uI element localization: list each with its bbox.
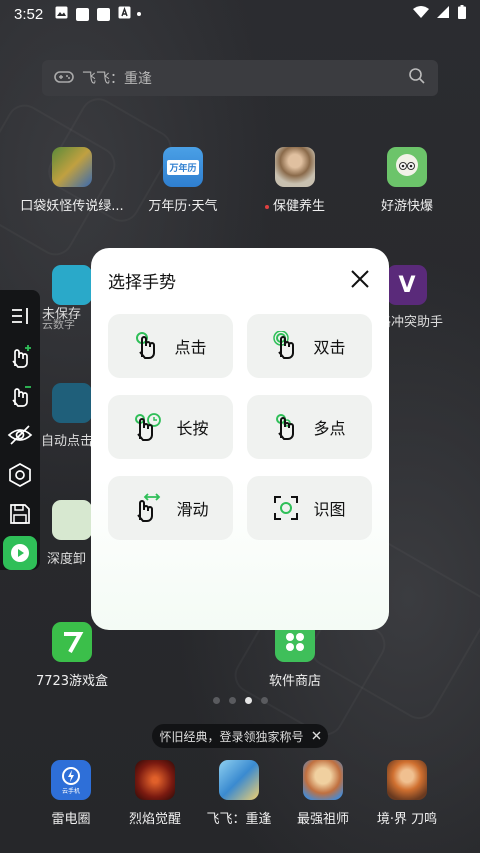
- play-icon: [11, 544, 29, 563]
- gesture-swipe-button[interactable]: 滑动: [108, 476, 233, 540]
- trash-app-icon: [52, 500, 92, 540]
- gesture-label: 点击: [174, 338, 207, 357]
- v-app-icon: V: [387, 265, 427, 305]
- feifei-app-icon: [219, 760, 259, 800]
- add-gesture-hand-icon[interactable]: [2, 336, 38, 376]
- pocket-monster-app-icon: [52, 147, 92, 187]
- gesture-image-recognition-button[interactable]: 识图: [247, 476, 372, 540]
- status-bar: 3:52: [0, 0, 480, 28]
- more-notifications-icon: [137, 12, 142, 16]
- flame-app-icon: [135, 760, 175, 800]
- app-label: 境·界 刀鸣: [376, 812, 438, 827]
- gesture-label: 滑动: [176, 500, 209, 519]
- health-app-icon: [275, 147, 315, 187]
- gesture-label: 识图: [313, 500, 346, 519]
- multi-touch-hand-icon: [276, 414, 295, 440]
- play-button[interactable]: [3, 536, 37, 570]
- gesture-double-tap-button[interactable]: 双击: [247, 314, 372, 378]
- gesture-label: 双击: [313, 338, 346, 357]
- app-software-store[interactable]: 软件商店: [240, 622, 350, 689]
- cloud-label: 云数字: [42, 318, 75, 331]
- double-tap-hand-icon: [273, 331, 295, 359]
- battery-icon: [458, 5, 466, 23]
- gesture-tap-button[interactable]: 点击: [108, 314, 233, 378]
- haoyou-app-icon: [387, 147, 427, 187]
- dock-app-jingjie[interactable]: 境·界 刀鸣: [352, 760, 462, 827]
- gesture-dialog: 选择手势 点击 双击 长按 多点 滑动 识图: [91, 248, 389, 630]
- gesture-long-press-button[interactable]: 长按: [108, 395, 233, 459]
- dialog-title: 选择手势: [108, 273, 176, 293]
- tap-hand-icon: [136, 332, 156, 359]
- page-dot-active[interactable]: [244, 697, 252, 704]
- search-bar[interactable]: 飞飞：重逢: [42, 60, 438, 96]
- wifi-icon: [413, 5, 429, 23]
- app-pocket-monster[interactable]: 口袋妖怪传说绿...: [17, 147, 127, 214]
- cloud-app-icon: [52, 265, 92, 305]
- signal-icon: [437, 5, 450, 23]
- calendar-icon-text: 万年历: [167, 159, 199, 175]
- search-placeholder: 飞飞：重逢: [82, 71, 152, 87]
- settings-hexagon-icon[interactable]: [2, 455, 38, 495]
- calendar-app-icon: 万年历: [163, 147, 203, 187]
- hide-eye-icon[interactable]: [2, 415, 38, 455]
- zushi-app-icon: [303, 760, 343, 800]
- app-label: 好游快爆: [380, 199, 433, 214]
- app-label: 7723游戏盒: [35, 674, 109, 689]
- leidian-app-icon: 云手机: [51, 760, 91, 800]
- app-label: 软件商店: [268, 674, 321, 689]
- gesture-multi-touch-button[interactable]: 多点: [247, 395, 372, 459]
- app-label: 万年历·天气: [148, 199, 218, 214]
- swipe-hand-icon: [137, 493, 161, 522]
- notification-square-icon: [97, 7, 111, 21]
- leidian-icon-text: 云手机: [61, 787, 80, 795]
- page-indicator: [0, 697, 480, 704]
- remove-gesture-hand-icon[interactable]: [2, 375, 38, 415]
- gesture-label: 长按: [176, 419, 209, 438]
- gesture-label: 多点: [313, 419, 346, 438]
- app-haoyou[interactable]: 好游快爆: [352, 147, 462, 214]
- deep-uninstall-label: 深度卸: [47, 552, 87, 567]
- font-a-icon: [118, 5, 131, 23]
- app-label: 口袋妖怪传说绿...: [20, 199, 124, 214]
- app-label: 保健养生: [240, 195, 350, 214]
- page-dot[interactable]: [260, 697, 268, 704]
- page-dot[interactable]: [212, 697, 220, 704]
- new-badge: [264, 204, 269, 209]
- search-icon[interactable]: [408, 67, 426, 89]
- auto-click-label: 自动点击: [41, 434, 94, 449]
- login-tip-banner[interactable]: 怀旧经典，登录领独家称号: [152, 724, 328, 748]
- status-time: 3:52: [14, 5, 44, 23]
- app-calendar-weather[interactable]: 万年历 万年历·天气: [128, 147, 238, 214]
- jingjie-app-icon: [387, 760, 427, 800]
- image-recognition-icon: [274, 496, 299, 520]
- app-7723[interactable]: 7723游戏盒: [17, 622, 127, 689]
- auto-click-app-icon: [52, 383, 92, 423]
- tip-text: 怀旧经典，登录领独家称号: [159, 729, 304, 744]
- notification-square-icon: [76, 7, 90, 21]
- save-icon[interactable]: [2, 495, 38, 535]
- image-icon: [55, 5, 68, 23]
- close-icon[interactable]: [312, 729, 321, 743]
- 7723-app-icon: [52, 622, 92, 662]
- close-icon[interactable]: [349, 268, 371, 290]
- gamepad-icon: [54, 69, 74, 88]
- app-label-text: 保健养生: [272, 199, 325, 214]
- collapse-list-icon[interactable]: [2, 296, 38, 336]
- page-dot[interactable]: [228, 697, 236, 704]
- long-press-hand-icon: [135, 413, 162, 441]
- gesture-side-panel: [0, 290, 40, 570]
- app-health[interactable]: 保健养生: [240, 147, 350, 214]
